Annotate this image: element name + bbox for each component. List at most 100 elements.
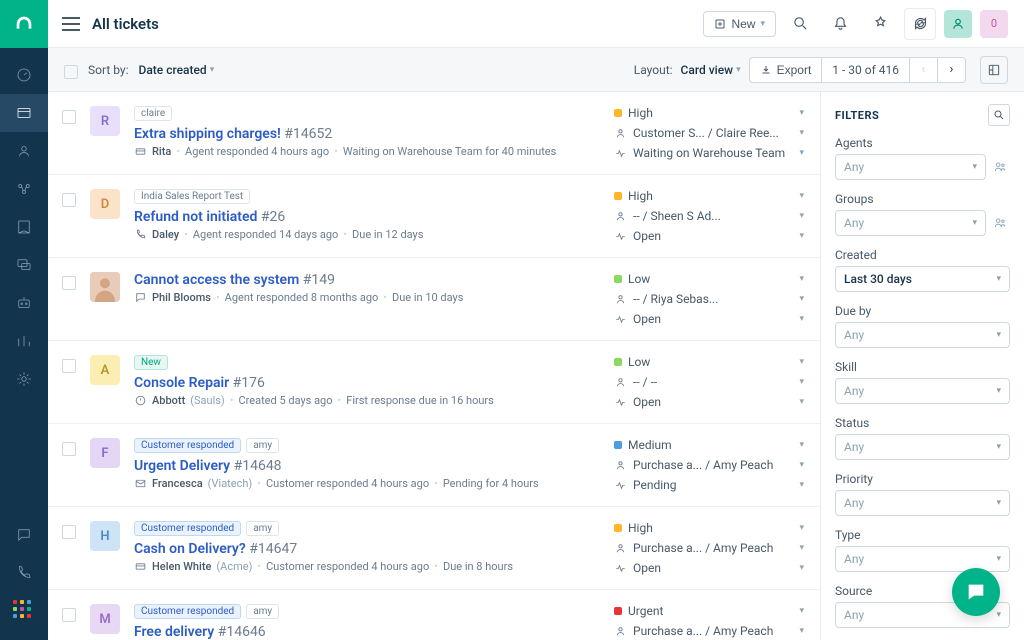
ticket-checkbox[interactable] xyxy=(62,525,76,539)
select-all-checkbox[interactable] xyxy=(64,65,78,79)
ticket-card[interactable]: H Customer respondedamy Cash on Delivery… xyxy=(48,507,820,590)
assignee-dropdown[interactable]: Purchase a... / Amy Peach ▾ xyxy=(614,458,804,472)
ticket-checkbox[interactable] xyxy=(62,110,76,124)
priority-dropdown[interactable]: Medium ▾ xyxy=(614,438,804,452)
priority-dropdown[interactable]: High ▾ xyxy=(614,106,804,120)
ticket-checkbox[interactable] xyxy=(62,276,76,290)
filter-value: Any xyxy=(844,384,864,398)
nav-solutions[interactable] xyxy=(0,208,48,246)
priority-dropdown[interactable]: Low ▾ xyxy=(614,355,804,369)
ticket-subject[interactable]: Urgent Delivery #14648 xyxy=(134,458,600,474)
priority-dropdown[interactable]: Low ▾ xyxy=(614,272,804,286)
assignee-dropdown[interactable]: -- / -- ▾ xyxy=(614,375,804,389)
filter-select[interactable]: Any ▾ xyxy=(835,434,1010,460)
filter-select[interactable]: Any ▾ xyxy=(835,322,1010,348)
status-dropdown[interactable]: Open ▾ xyxy=(614,229,804,243)
filter-select[interactable]: Any ▾ xyxy=(835,154,986,180)
app-logo[interactable] xyxy=(0,0,48,48)
ticket-id: #176 xyxy=(233,375,265,391)
chat-fab[interactable] xyxy=(952,568,1000,616)
layout-value: Card view xyxy=(681,63,734,77)
columns-button[interactable] xyxy=(980,56,1008,84)
priority-value: Low xyxy=(628,272,793,286)
company-name: (Acme) xyxy=(216,560,252,573)
assignee-dropdown[interactable]: -- / Riya Sebas... ▾ xyxy=(614,292,804,306)
nav-bot[interactable] xyxy=(0,284,48,322)
ticket-card[interactable]: A New Console Repair #176 Abbott (Sauls)… xyxy=(48,341,820,424)
ticket-subject[interactable]: Console Repair #176 xyxy=(134,375,600,391)
status-dropdown[interactable]: Waiting on Warehouse Team ▾ xyxy=(614,146,804,160)
filter-select[interactable]: Last 30 days ▾ xyxy=(835,266,1010,292)
nav-chat[interactable] xyxy=(0,516,48,554)
channel-icon xyxy=(134,145,147,158)
priority-dropdown[interactable]: High ▾ xyxy=(614,189,804,203)
assignee-dropdown[interactable]: Purchase a... / Amy Peach ▾ xyxy=(614,541,804,555)
ticket-subject[interactable]: Free delivery #14646 xyxy=(134,624,600,640)
refresh-icon[interactable] xyxy=(904,8,936,40)
ticket-card[interactable]: Cannot access the system #149 Phil Bloom… xyxy=(48,258,820,341)
filter-select[interactable]: Any ▾ xyxy=(835,490,1010,516)
ticket-checkbox[interactable] xyxy=(62,442,76,456)
priority-dropdown[interactable]: Urgent ▾ xyxy=(614,604,804,618)
assignee-dropdown[interactable]: Purchase a... / Amy Peach ▾ xyxy=(614,624,804,638)
notif-count-badge[interactable]: 0 xyxy=(980,10,1008,38)
ticket-card[interactable]: R claire Extra shipping charges! #14652 … xyxy=(48,92,820,175)
ticket-id: #14652 xyxy=(284,126,332,142)
nav-admin[interactable] xyxy=(0,360,48,398)
assignee-dropdown[interactable]: Customer S... / Claire Ree... ▾ xyxy=(614,126,804,140)
ticket-card[interactable]: M Customer respondedamy Free delivery #1… xyxy=(48,590,820,640)
ticket-subject[interactable]: Refund not initiated #26 xyxy=(134,209,600,225)
ticket-meta: Helen White (Acme) • Customer responded … xyxy=(134,560,600,573)
pager-next-button[interactable]: › xyxy=(938,57,966,83)
status-dropdown[interactable]: Open ▾ xyxy=(614,395,804,409)
hamburger-icon[interactable] xyxy=(62,17,80,31)
filter-side-icon[interactable] xyxy=(990,213,1010,233)
ticket-subject[interactable]: Extra shipping charges! #14652 xyxy=(134,126,600,142)
search-icon[interactable] xyxy=(784,8,816,40)
status-dropdown[interactable]: Open ▾ xyxy=(614,561,804,575)
nav-social[interactable] xyxy=(0,170,48,208)
filter-select[interactable]: Any ▾ xyxy=(835,546,1010,572)
ticket-card[interactable]: F Customer respondedamy Urgent Delivery … xyxy=(48,424,820,507)
status-dropdown[interactable]: Open ▾ xyxy=(614,312,804,326)
nav-reports[interactable] xyxy=(0,322,48,360)
priority-value: Low xyxy=(628,355,793,369)
sort-by-dropdown[interactable]: Date created ▾ xyxy=(139,63,215,77)
ticket-checkbox[interactable] xyxy=(62,608,76,622)
ticket-checkbox[interactable] xyxy=(62,193,76,207)
nav-forums[interactable] xyxy=(0,246,48,284)
status-dropdown[interactable]: Pending ▾ xyxy=(614,478,804,492)
filter-select[interactable]: Any ▾ xyxy=(835,210,986,236)
ticket-body: Customer respondedamy Free delivery #146… xyxy=(134,604,600,640)
ticket-card[interactable]: D India Sales Report Test Refund not ini… xyxy=(48,175,820,258)
nav-phone[interactable] xyxy=(0,554,48,592)
ticket-tag: New xyxy=(134,355,168,370)
notifications-icon[interactable] xyxy=(824,8,856,40)
chevron-down-icon: ▾ xyxy=(736,65,741,75)
assignee-dropdown[interactable]: -- / Sheen S Ad... ▾ xyxy=(614,209,804,223)
layout-dropdown[interactable]: Card view ▾ xyxy=(681,63,741,77)
pagination-text: 1 - 30 of 416 xyxy=(822,57,910,83)
ticket-checkbox[interactable] xyxy=(62,359,76,373)
requester-name: Phil Blooms xyxy=(152,291,211,304)
priority-value: High xyxy=(628,106,793,120)
nav-tickets[interactable] xyxy=(0,94,48,132)
chevron-down-icon: ▾ xyxy=(799,148,804,158)
nav-contacts[interactable] xyxy=(0,132,48,170)
ticket-subject[interactable]: Cash on Delivery? #14647 xyxy=(134,541,600,557)
ticket-subject[interactable]: Cannot access the system #149 xyxy=(134,272,600,288)
nav-apps-icon[interactable] xyxy=(13,600,35,622)
freddy-ai-icon[interactable] xyxy=(864,8,896,40)
ticket-tag: amy xyxy=(246,438,279,453)
ticket-side: Urgent ▾ Purchase a... / Amy Peach ▾ Wai… xyxy=(614,604,804,640)
pager-prev-button[interactable]: ‹ xyxy=(910,57,938,83)
new-button[interactable]: New ▾ xyxy=(703,11,776,37)
filter-side-icon[interactable] xyxy=(990,157,1010,177)
export-button[interactable]: Export xyxy=(749,57,823,83)
priority-dropdown[interactable]: High ▾ xyxy=(614,521,804,535)
availability-avatar[interactable] xyxy=(944,10,972,38)
nav-dashboard[interactable] xyxy=(0,56,48,94)
filters-search-button[interactable] xyxy=(988,104,1010,126)
channel-icon xyxy=(134,477,147,490)
filter-select[interactable]: Any ▾ xyxy=(835,378,1010,404)
